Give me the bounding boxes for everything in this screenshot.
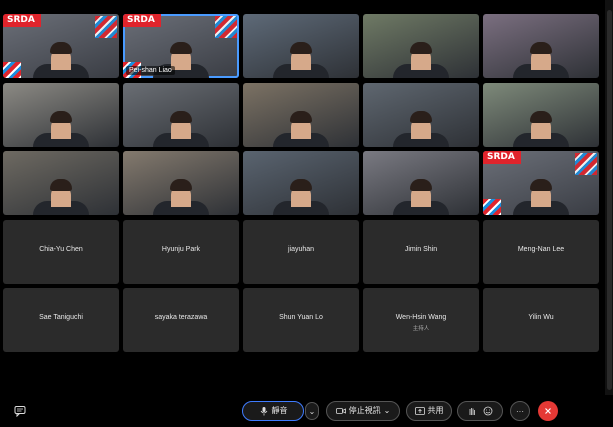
- participant-name: Sae Taniguchi: [39, 314, 83, 321]
- chevron-down-icon: ⌄: [308, 406, 316, 416]
- participant-video-hair: [50, 179, 72, 191]
- participant-video-hair: [290, 179, 312, 191]
- srda-logo: SRDA: [123, 14, 161, 27]
- participant-tile[interactable]: SRDA: [3, 14, 119, 78]
- participant-tile[interactable]: [123, 151, 239, 215]
- participant-tile[interactable]: [243, 151, 359, 215]
- participant-tile[interactable]: [483, 14, 599, 78]
- participant-tile[interactable]: sayaka terazawa: [123, 288, 239, 352]
- mute-label: 靜音: [271, 406, 288, 415]
- participant-video-hair: [290, 42, 312, 54]
- participant-name: sayaka terazawa: [154, 314, 208, 321]
- decorative-stripe: [575, 153, 597, 175]
- participant-video-hair: [170, 179, 192, 191]
- participant-video-hair: [410, 42, 432, 54]
- participant-tile[interactable]: [243, 82, 359, 147]
- participant-tile[interactable]: [363, 151, 479, 215]
- participant-tile[interactable]: [123, 82, 239, 147]
- more-options-button[interactable]: ···: [510, 401, 530, 421]
- participant-name: Jimin Shin: [404, 245, 438, 253]
- participant-video-hair: [50, 42, 72, 54]
- participant-video-hair: [290, 110, 312, 123]
- participant-name-label: Pei-shan Liao: [126, 66, 175, 75]
- chevron-down-icon: ⌄: [383, 406, 391, 415]
- share-label: 共用: [427, 406, 444, 415]
- participant-tile[interactable]: SRDA Pei-shan Liao: [123, 14, 239, 78]
- decorative-stripe: [483, 199, 501, 215]
- participant-video-hair: [530, 110, 552, 123]
- participant-tile[interactable]: [483, 82, 599, 147]
- mute-button[interactable]: 靜音: [242, 401, 304, 421]
- participant-tile[interactable]: jiayuhan: [243, 219, 359, 284]
- video-camera-icon: [335, 406, 346, 416]
- reactions-group: [457, 401, 503, 421]
- participant-tile[interactable]: Hyunju Park: [123, 219, 239, 284]
- scrollbar[interactable]: [605, 0, 613, 395]
- meeting-toolbar: 靜音 ⌄ 停止視訊 ⌄ 共用 ···: [0, 395, 613, 427]
- participant-video-hair: [50, 110, 72, 123]
- decorative-stripe: [95, 16, 117, 38]
- participant-tile[interactable]: Chia-Yu Chen: [3, 219, 119, 284]
- participant-tile[interactable]: [243, 14, 359, 78]
- participant-name: Chia-Yu Chen: [39, 245, 83, 253]
- participant-name: Meng-Nan Lee: [517, 245, 565, 253]
- participant-name: Hyunju Park: [161, 245, 201, 253]
- participant-name: Shun Yuan Lo: [279, 314, 323, 321]
- share-screen-icon: [414, 406, 425, 416]
- participant-grid: SRDA SRDA Pei-shan Liao SRDA Chia-Yu Chen Hyu…: [0, 0, 613, 360]
- participant-tile[interactable]: Sae Taniguchi: [3, 288, 119, 352]
- microphone-icon: [259, 406, 269, 416]
- participant-tile[interactable]: [3, 82, 119, 147]
- participant-video-hair: [530, 42, 552, 54]
- chat-icon[interactable]: [14, 405, 26, 417]
- participant-video-hair: [530, 179, 552, 191]
- mute-options-chevron[interactable]: ⌄: [305, 402, 319, 420]
- participant-tile[interactable]: Jimin Shin: [363, 219, 479, 284]
- participant-role: 主持人: [412, 326, 430, 332]
- stop-video-label: 停止視訊: [348, 406, 381, 415]
- participant-video-hair: [410, 179, 432, 191]
- participant-video-hair: [170, 110, 192, 123]
- scrollbar-thumb[interactable]: [607, 10, 612, 390]
- participant-tile[interactable]: [3, 151, 119, 215]
- participant-tile[interactable]: Yilin Wu: [483, 288, 599, 352]
- participant-tile[interactable]: Shun Yuan Lo: [243, 288, 359, 352]
- decorative-stripe: [3, 62, 21, 78]
- srda-logo: SRDA: [3, 14, 41, 27]
- participant-video-hair: [410, 110, 432, 123]
- close-icon: [543, 406, 553, 416]
- share-button[interactable]: 共用: [406, 401, 452, 421]
- participant-tile[interactable]: Wen-Hsin Wang 主持人: [363, 288, 479, 352]
- emoji-reaction-icon[interactable]: [483, 406, 493, 416]
- participant-tile[interactable]: Meng-Nan Lee: [483, 219, 599, 284]
- participant-tile[interactable]: [363, 82, 479, 147]
- participant-tile[interactable]: SRDA: [483, 151, 599, 215]
- participant-tile[interactable]: [363, 14, 479, 78]
- participant-name: Wen-Hsin Wang: [395, 314, 447, 321]
- end-call-button[interactable]: [538, 401, 558, 421]
- raise-hand-icon[interactable]: [467, 406, 477, 416]
- more-options-label: ···: [516, 406, 524, 416]
- srda-logo: SRDA: [483, 151, 521, 164]
- decorative-stripe: [215, 16, 237, 38]
- participant-video-hair: [170, 42, 192, 54]
- participant-name: jiayuhan: [287, 245, 315, 253]
- participant-name: Yilin Wu: [528, 314, 554, 321]
- stop-video-button[interactable]: 停止視訊 ⌄: [326, 401, 400, 421]
